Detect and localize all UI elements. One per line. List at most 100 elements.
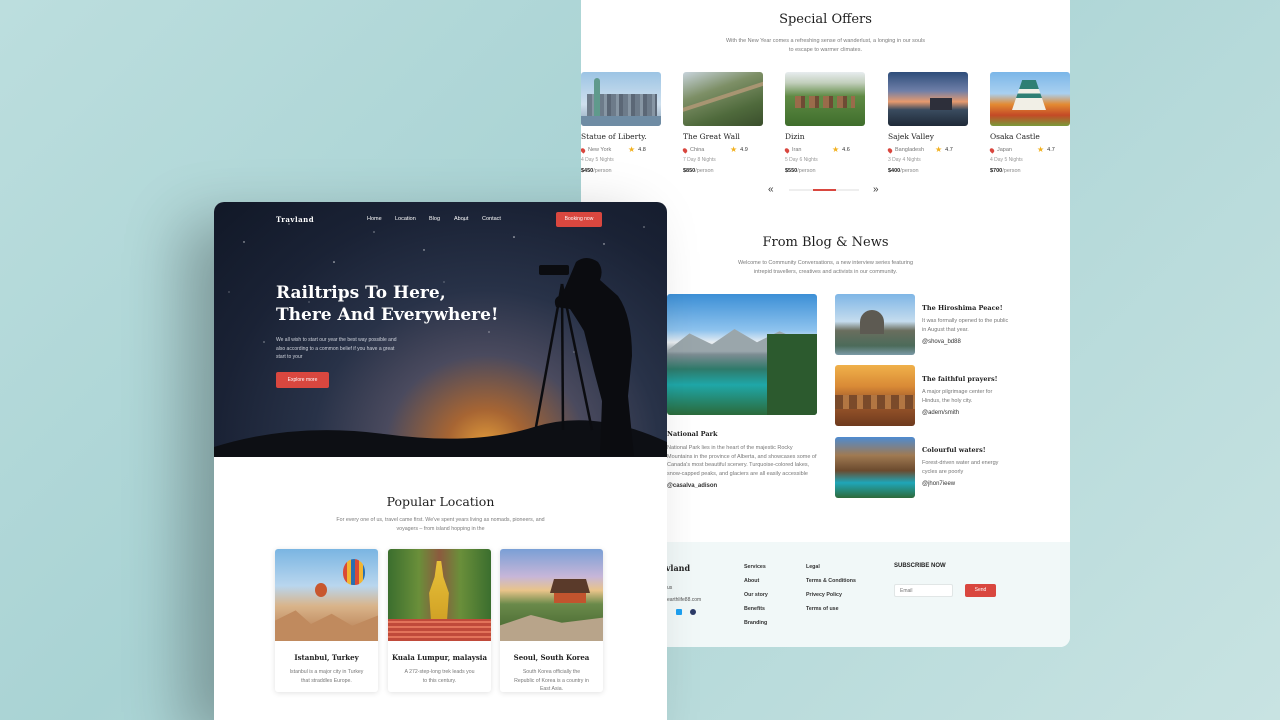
offer-nights: 3 Day 4 Nights (888, 157, 921, 163)
main-post[interactable]: National Park National Park lies in the … (667, 430, 817, 489)
footer-link[interactable]: Privecy Policy (806, 592, 856, 598)
nav-home[interactable]: Home (367, 216, 382, 222)
side-post-author: @shova_bd88 (922, 339, 961, 345)
location-desc: A 272-step-long trek leads you to this c… (404, 669, 475, 684)
star-icon: ★ (628, 145, 636, 154)
offer-price: $850 (683, 168, 696, 174)
offer-location: Japan (997, 147, 1012, 153)
location-card[interactable]: Istanbul, Turkey Istanbul is a major cit… (275, 549, 378, 692)
side-post-desc: It was formally opened to the public in … (922, 318, 1009, 333)
location-card[interactable]: Seoul, South Korea South Korea officiall… (500, 549, 603, 692)
subscribe-title: SUBSCRIBE NOW (894, 563, 946, 569)
offer-image (990, 72, 1070, 126)
location-pin-icon (886, 146, 894, 154)
side-post[interactable]: Colourful waters! Forest-driven water an… (922, 446, 1012, 487)
site-logo[interactable]: Travland (276, 215, 314, 224)
offer-name: The Great Wall (683, 132, 740, 141)
offer-rating: 4.6 (842, 147, 850, 153)
offer-name: Statue of Liberty. (581, 132, 647, 141)
footer-link[interactable]: Our story (744, 592, 768, 598)
footer-link[interactable]: Terms & Conditions (806, 578, 856, 584)
nav-location[interactable]: Location (395, 216, 416, 222)
location-pin-icon (681, 146, 689, 154)
offer-card[interactable]: Statue of Liberty. New York ★ 4.8 4 Day 5… (581, 72, 661, 174)
side-post-title: The faithful prayers! (922, 375, 998, 383)
location-name: Istanbul, Turkey (294, 653, 359, 662)
offer-price-unit: /person (797, 168, 816, 174)
location-desc: South Korea officially the Republic of K… (514, 669, 589, 692)
social-icon[interactable] (690, 609, 696, 615)
footer-email[interactable]: earthlife88.com (667, 597, 701, 603)
offer-image (785, 72, 865, 126)
offer-name: Sajek Valley (888, 132, 934, 141)
send-button[interactable]: Send (965, 584, 996, 597)
footer-column-services: Services About Our story Benefits Brandi… (744, 564, 768, 634)
footer-link[interactable]: Benefits (744, 606, 768, 612)
location-name: Kuala Lumpur, malaysia (392, 653, 487, 662)
footer-link[interactable]: Terms of use (806, 606, 856, 612)
main-post-title: National Park (667, 430, 718, 438)
offer-nights: 5 Day 6 Nights (785, 157, 818, 163)
main-post-desc: National Park lies in the heart of the m… (667, 445, 817, 477)
offer-price: $450 (581, 168, 594, 174)
offer-card[interactable]: The Great Wall China ★ 4.9 7 Day 8 Nights… (681, 72, 763, 174)
offer-image (888, 72, 968, 126)
prev-arrow-button[interactable]: « (768, 184, 774, 195)
nav-about[interactable]: About (454, 216, 468, 222)
offer-price: $400 (888, 168, 901, 174)
offer-price-unit: /person (695, 168, 714, 174)
offer-name: Dizin (785, 132, 805, 141)
offer-location: China (690, 147, 705, 153)
main-post-image[interactable] (667, 294, 817, 415)
location-pin-icon (581, 146, 587, 154)
offer-card[interactable]: Sajek Valley Bangladesh ★ 4.7 3 Day 4 Nig… (886, 72, 968, 174)
email-input[interactable] (894, 584, 953, 597)
star-icon: ★ (832, 145, 840, 154)
offer-price: $550 (785, 168, 798, 174)
offer-name: Osaka Castle (990, 132, 1040, 141)
location-pin-icon (988, 146, 996, 154)
nav-contact[interactable]: Contact (482, 216, 501, 222)
popular-title: Popular Location (386, 494, 495, 509)
footer-link[interactable]: Legal (806, 564, 856, 570)
hero-section: Travland Home Location Blog About Contac… (214, 202, 667, 457)
side-post-image[interactable] (835, 294, 915, 355)
star-icon: ★ (935, 145, 943, 154)
side-post[interactable]: The Hiroshima Peace! It was formally ope… (922, 304, 1012, 345)
footer-link[interactable]: Branding (744, 620, 768, 626)
location-image (500, 549, 603, 641)
nav-blog[interactable]: Blog (429, 216, 440, 222)
location-card[interactable]: Kuala Lumpur, malaysia A 272-step-long t… (388, 549, 491, 692)
offer-price-unit: /person (1002, 168, 1021, 174)
offer-nights: 4 Day 5 Nights (990, 157, 1023, 163)
side-post-desc: Forest-driven water and energy cycles ar… (922, 460, 999, 475)
offer-rating: 4.8 (638, 147, 646, 153)
offer-location: Iran (792, 147, 802, 153)
explore-button[interactable]: Explore more (276, 372, 329, 388)
offer-nights: 4 Day 5 Nights (581, 157, 614, 163)
side-post-image[interactable] (835, 437, 915, 498)
side-post-image[interactable] (835, 365, 915, 426)
star-icon: ★ (730, 145, 738, 154)
offer-card[interactable]: Osaka Castle Japan ★ 4.7 4 Day 5 Nights $… (988, 72, 1070, 174)
side-post-title: The Hiroshima Peace! (922, 304, 1003, 312)
footer-link[interactable]: About (744, 578, 768, 584)
side-post[interactable]: The faithful prayers! A major pilgrimage… (922, 375, 1012, 416)
hero-description: We all wish to start our year the best w… (276, 337, 397, 360)
offer-nights: 7 Day 8 Nights (683, 157, 716, 163)
location-name: Seoul, South Korea (513, 653, 590, 662)
offer-rating: 4.7 (945, 147, 953, 153)
carousel-track (789, 189, 859, 191)
booking-button[interactable]: Booking now (556, 212, 602, 227)
side-post-title: Colourful waters! (922, 446, 986, 454)
offer-price: $700 (990, 168, 1003, 174)
location-pin-icon (783, 146, 791, 154)
offer-rating: 4.7 (1047, 147, 1055, 153)
star-icon: ★ (1037, 145, 1045, 154)
offer-price-unit: /person (900, 168, 919, 174)
twitter-icon[interactable] (676, 609, 682, 615)
footer-link[interactable]: Services (744, 564, 768, 570)
offer-card[interactable]: Dizin Iran ★ 4.6 5 Day 6 Nights $550/pers… (783, 72, 865, 174)
main-post-author: @casalva_adison (667, 483, 718, 489)
next-arrow-button[interactable]: » (873, 184, 879, 195)
